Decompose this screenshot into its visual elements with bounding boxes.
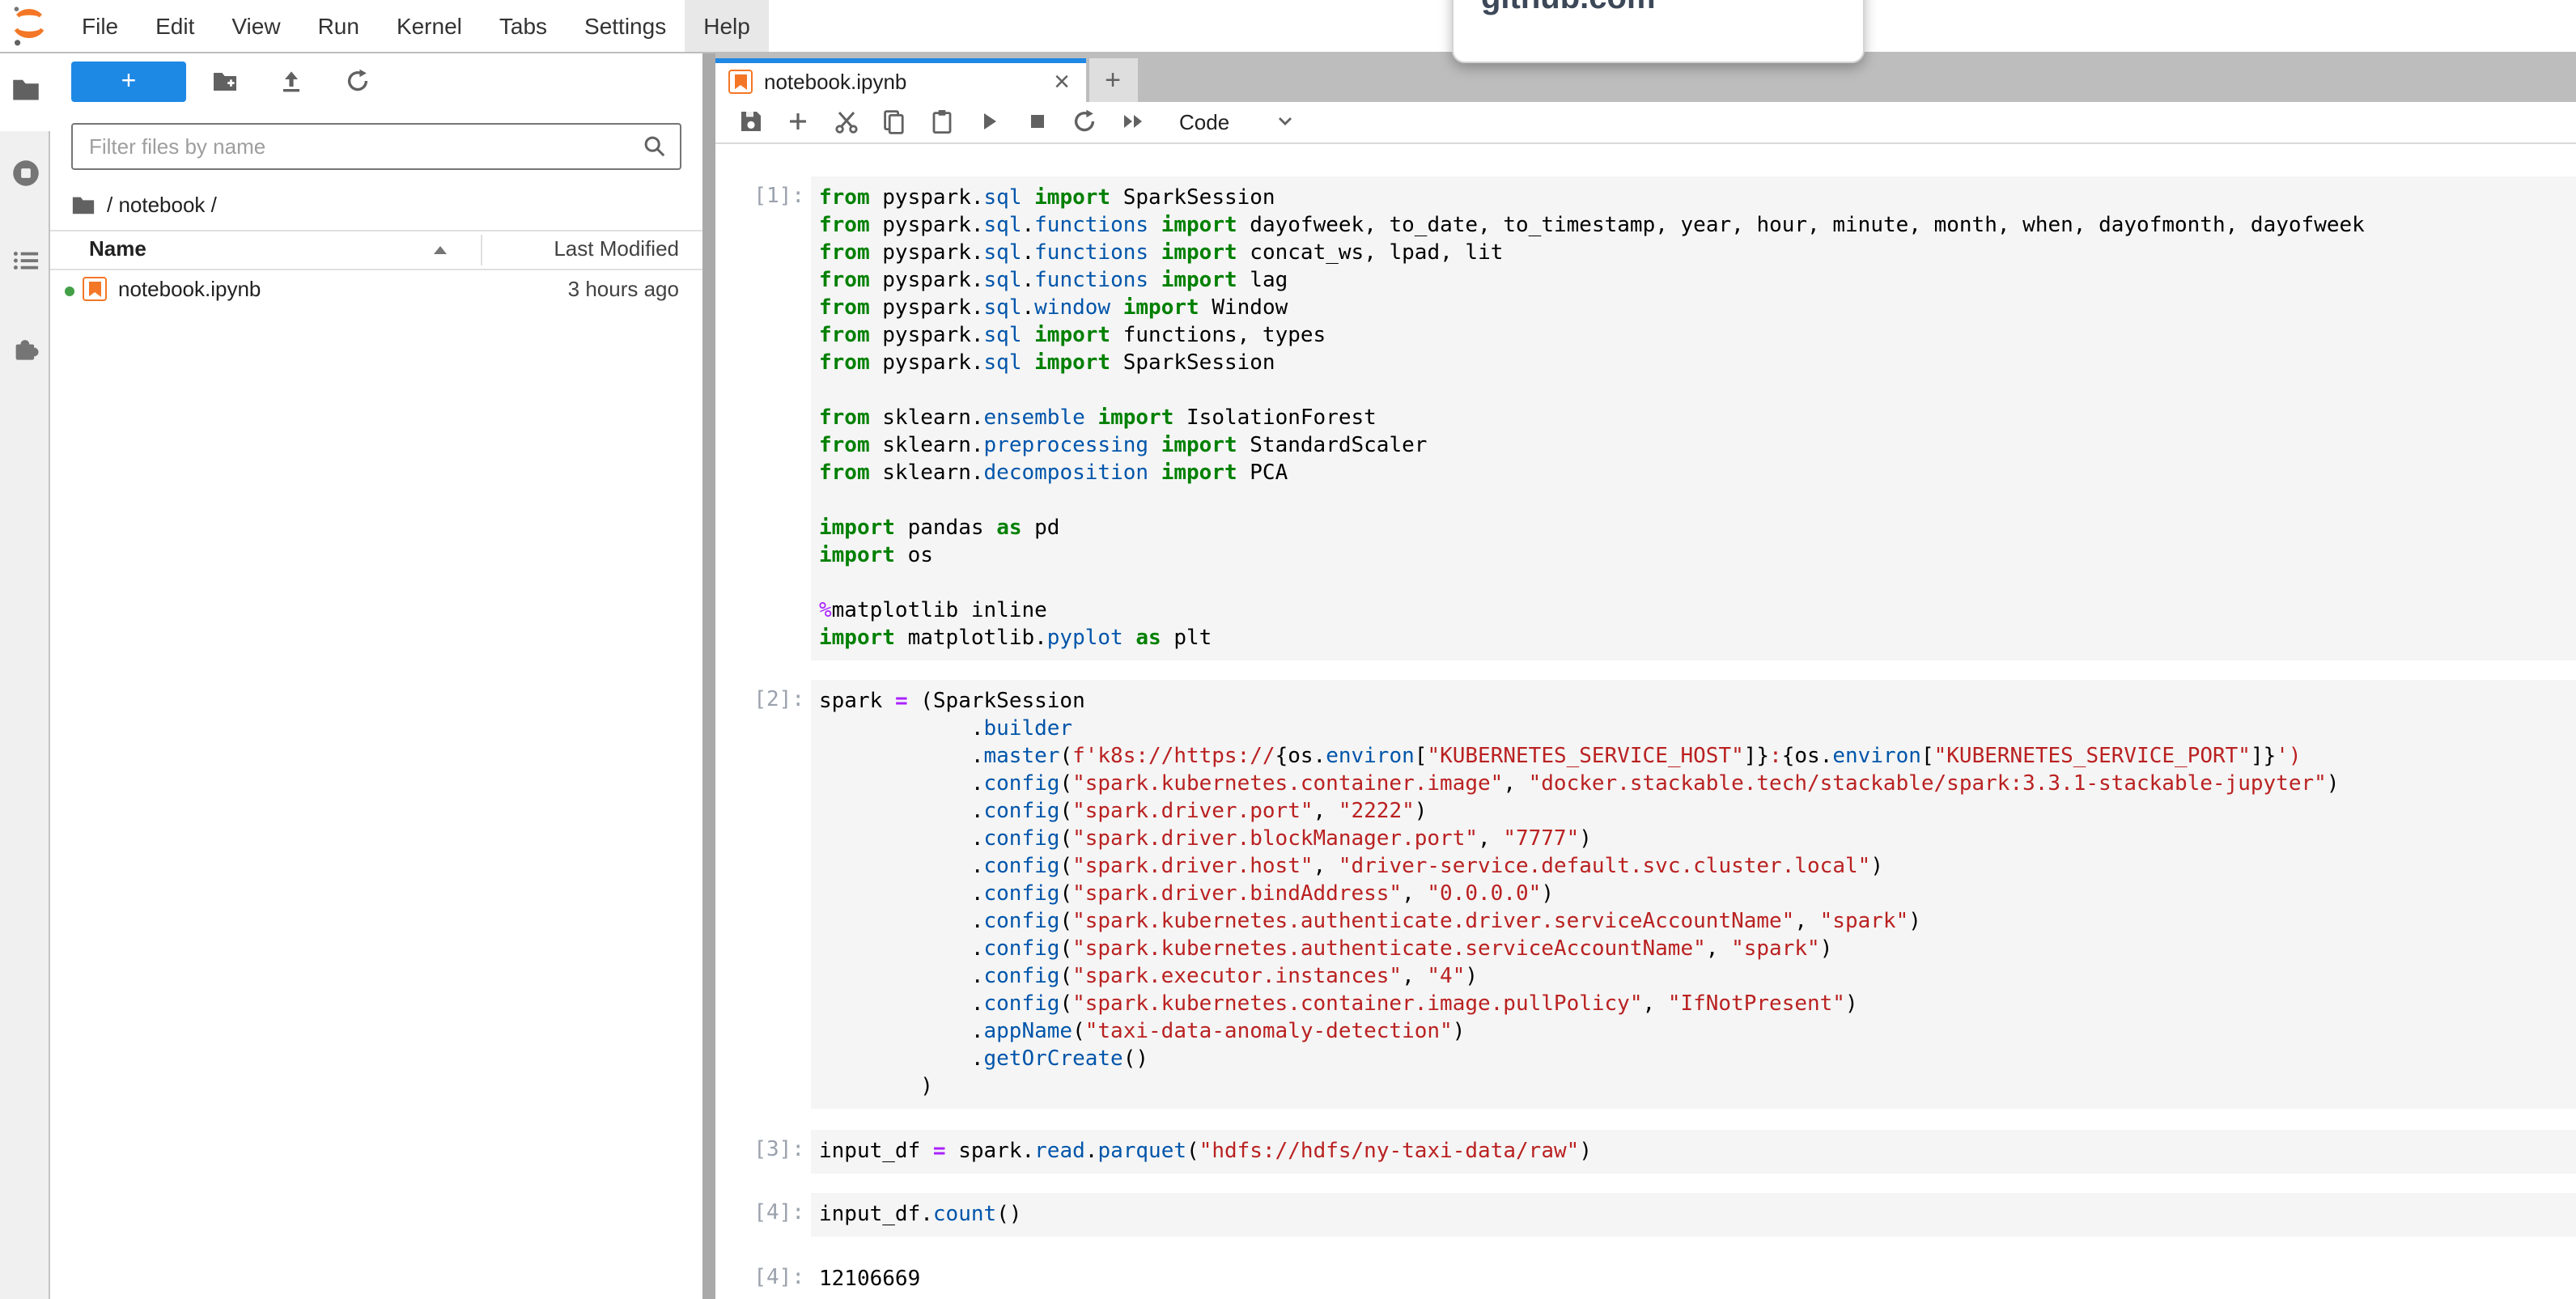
- main-dock: notebook.ipynb × +: [715, 52, 2576, 1299]
- notebook-file-icon: [83, 277, 107, 306]
- filter-box: [71, 123, 681, 170]
- output-prompt: [4]:: [715, 1257, 811, 1293]
- column-name[interactable]: Name: [89, 236, 146, 261]
- input-prompt: [3]:: [715, 1129, 811, 1173]
- code-cell-row: [3]:input_df = spark.read.parquet("hdfs:…: [715, 1129, 2576, 1173]
- extension-manager-icon[interactable]: [11, 333, 40, 363]
- popup-site-label: github.com: [1481, 0, 1656, 18]
- file-row-notebook[interactable]: notebook.ipynb 3 hours ago: [50, 270, 702, 309]
- breadcrumb[interactable]: / notebook /: [71, 189, 702, 219]
- filter-files-input[interactable]: [73, 125, 679, 168]
- code-cell-row: [4]:input_df.count(): [715, 1193, 2576, 1237]
- file-modified: 3 hours ago: [568, 277, 679, 301]
- cell-editor[interactable]: spark = (SparkSession .builder .master(f…: [811, 680, 2576, 1109]
- sidebar-strip: [0, 52, 50, 1299]
- tab-title: notebook.ipynb: [764, 70, 1050, 94]
- cell-type-value: Code: [1179, 109, 1229, 134]
- restart-run-all-icon[interactable]: [1120, 108, 1146, 134]
- chevron-down-icon: [1275, 112, 1294, 131]
- jupyterlab-app: File Edit View Run Kernel Tabs Settings …: [0, 0, 2576, 1299]
- upload-icon[interactable]: [278, 68, 304, 94]
- output-area: 12106669: [811, 1257, 2576, 1293]
- file-browser-panel: + / notebook /: [50, 52, 702, 1299]
- menu-settings[interactable]: Settings: [566, 0, 685, 52]
- jupyter-logo-icon: [8, 3, 50, 49]
- home-folder-icon[interactable]: [71, 192, 95, 216]
- stop-icon[interactable]: [1025, 108, 1050, 134]
- sort-ascending-icon[interactable]: [434, 246, 447, 254]
- file-browser-toolbar: +: [50, 52, 702, 101]
- file-browser-icon[interactable]: [11, 74, 40, 104]
- cut-icon[interactable]: [834, 108, 859, 134]
- new-folder-icon[interactable]: [212, 68, 238, 94]
- file-list-header: Name Last Modified: [50, 230, 702, 270]
- breadcrumb-path: / notebook /: [107, 192, 217, 216]
- new-launcher-button[interactable]: +: [71, 61, 186, 101]
- notebook-toolbar: Code: [715, 101, 2576, 143]
- menu-bar: File Edit View Run Kernel Tabs Settings …: [0, 0, 2576, 53]
- new-tab-button[interactable]: +: [1089, 57, 1137, 101]
- cell-type-dropdown[interactable]: Code: [1179, 109, 1294, 134]
- menu-tabs[interactable]: Tabs: [481, 0, 566, 52]
- browser-popup: github.com: [1452, 0, 1865, 63]
- running-status-dot: [65, 286, 74, 295]
- run-icon[interactable]: [977, 108, 1003, 134]
- cell-editor[interactable]: input_df.count(): [811, 1193, 2576, 1237]
- tab-close-icon[interactable]: ×: [1050, 68, 1073, 96]
- output-row: [4]:12106669: [715, 1257, 2576, 1293]
- input-prompt: [1]:: [715, 176, 811, 660]
- code-cell-row: [1]:from pyspark.sql import SparkSession…: [715, 176, 2576, 660]
- add-cell-icon[interactable]: [786, 108, 812, 134]
- input-prompt: [4]:: [715, 1193, 811, 1237]
- copy-icon[interactable]: [881, 108, 907, 134]
- column-last-modified[interactable]: Last Modified: [554, 236, 679, 261]
- menu-run[interactable]: Run: [299, 0, 378, 52]
- save-icon[interactable]: [738, 108, 764, 134]
- menu-kernel[interactable]: Kernel: [378, 0, 481, 52]
- menu-view[interactable]: View: [213, 0, 299, 52]
- tab-notebook[interactable]: notebook.ipynb ×: [715, 57, 1086, 101]
- search-icon: [642, 134, 666, 158]
- input-prompt: [2]:: [715, 680, 811, 1109]
- notebook-tab-icon: [728, 70, 753, 94]
- running-kernels-icon[interactable]: [11, 159, 40, 188]
- paste-icon[interactable]: [929, 108, 955, 134]
- code-cell-row: [2]:spark = (SparkSession .builder .mast…: [715, 680, 2576, 1109]
- restart-kernel-icon[interactable]: [1072, 108, 1098, 134]
- notebook-cells: [1]:from pyspark.sql import SparkSession…: [715, 176, 2576, 1293]
- refresh-icon[interactable]: [345, 68, 371, 94]
- panel-splitter[interactable]: [702, 52, 715, 1299]
- cell-editor[interactable]: from pyspark.sql import SparkSession fro…: [811, 176, 2576, 660]
- menu-help[interactable]: Help: [685, 0, 769, 52]
- notebook-scroll-area[interactable]: [1]:from pyspark.sql import SparkSession…: [715, 143, 2576, 1299]
- cell-editor[interactable]: input_df = spark.read.parquet("hdfs://hd…: [811, 1129, 2576, 1173]
- file-name: notebook.ipynb: [118, 277, 261, 301]
- table-of-contents-icon[interactable]: [11, 246, 40, 275]
- menu-edit[interactable]: Edit: [137, 0, 213, 52]
- menu-file[interactable]: File: [63, 0, 137, 52]
